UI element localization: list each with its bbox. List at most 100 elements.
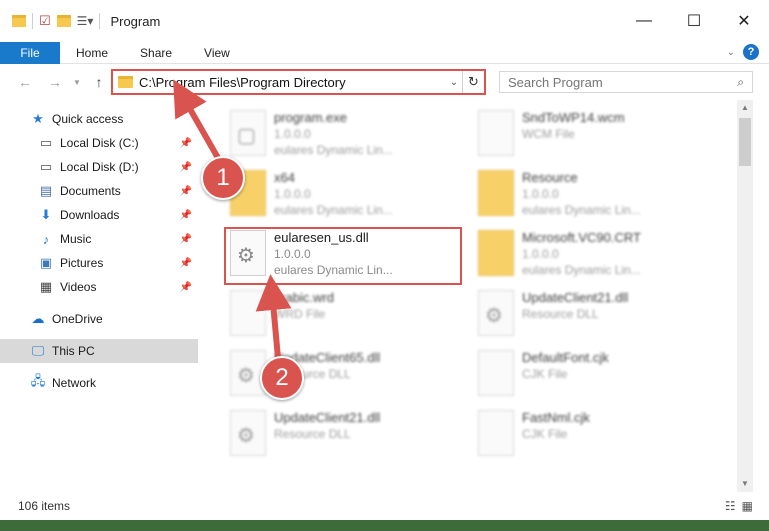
properties-icon[interactable]: ☑ — [39, 13, 51, 29]
ribbon-right: ⌄ ? — [727, 44, 759, 60]
document-icon — [478, 350, 514, 396]
scroll-down-arrow-icon[interactable]: ▼ — [737, 476, 753, 492]
document-icon — [230, 290, 266, 336]
title-bar: ☑ ☰▾ Program — ☐ ✕ — [0, 0, 769, 42]
status-bar: 106 items ☷ ▦ — [0, 492, 769, 520]
close-button[interactable]: ✕ — [719, 0, 769, 42]
recent-locations-icon[interactable]: ▼ — [66, 78, 88, 87]
file-type: Resource DLL — [274, 427, 351, 441]
window-title: Program — [110, 13, 161, 29]
pin-icon[interactable]: 📌 — [180, 138, 192, 149]
exe-icon: ▢ — [230, 110, 266, 156]
scroll-thumb[interactable] — [739, 118, 751, 166]
file-item[interactable]: ⚙ UpdateClient21.dll Resource DLL — [478, 286, 718, 342]
file-description: eulares Dynamic Lin... — [274, 203, 393, 217]
tab-file[interactable]: File — [0, 41, 60, 64]
file-item[interactable]: SndToWP14.wcm WCM File — [478, 106, 718, 162]
folder-icon — [118, 76, 133, 88]
pin-icon[interactable]: 📌 — [180, 234, 192, 245]
pin-icon[interactable]: 📌 — [180, 258, 192, 269]
expand-ribbon-icon[interactable]: ⌄ — [727, 47, 735, 58]
sidebar-item-label: Local Disk (C:) — [60, 136, 139, 150]
ribbon-tabs: File Home Share View ⌄ ? — [0, 41, 769, 64]
search-input[interactable] — [508, 74, 708, 90]
sidebar-item-quick-access[interactable]: ★ Quick access — [0, 107, 198, 131]
computer-icon: 🖵 — [31, 343, 45, 358]
file-name: FastNml.cjk — [522, 410, 590, 425]
sidebar-item-this-pc[interactable]: 🖵 This PC — [0, 339, 198, 363]
address-path[interactable]: C:\Program Files\Program Directory — [139, 75, 446, 90]
file-version: 1.0.0.0 — [274, 187, 311, 201]
pin-icon[interactable]: 📌 — [180, 186, 192, 197]
file-item[interactable]: DefaultFont.cjk CJK File — [478, 346, 718, 402]
sidebar-item-music[interactable]: ♪ Music 📌 — [0, 227, 198, 251]
maximize-button[interactable]: ☐ — [669, 0, 719, 42]
pictures-icon: ▣ — [39, 255, 53, 270]
dll-gear-icon: ⚙ — [478, 290, 514, 336]
vertical-scrollbar[interactable]: ▲ ▼ — [737, 100, 753, 492]
address-bar[interactable]: C:\Program Files\Program Directory ⌄ ↻ — [111, 69, 486, 95]
back-arrow-icon[interactable]: ← — [14, 74, 36, 90]
sidebar-item-downloads[interactable]: ⬇ Downloads 📌 — [0, 203, 198, 227]
sidebar-item-network[interactable]: 🖧 Network — [0, 371, 198, 395]
details-view-icon[interactable]: ☷ — [725, 499, 736, 513]
sidebar-item-label: OneDrive — [52, 312, 103, 326]
file-item[interactable]: ▢ program.exe 1.0.0.0 eulares Dynamic Lin.… — [230, 106, 470, 162]
navigation-bar: ← → ▼ ↑ C:\Program Files\Program Directo… — [0, 64, 769, 100]
tab-share[interactable]: Share — [124, 42, 188, 64]
tab-view[interactable]: View — [188, 42, 246, 64]
desktop-background-strip — [0, 520, 769, 531]
file-item[interactable]: Resource 1.0.0.0 eulares Dynamic Lin... — [478, 166, 718, 222]
file-list: ▢ program.exe 1.0.0.0 eulares Dynamic Lin.… — [200, 100, 737, 492]
music-icon: ♪ — [42, 231, 50, 247]
sidebar-item-local-disk-d[interactable]: ▭ Local Disk (D:) 📌 — [0, 155, 198, 179]
file-name: Microsoft.VC90.CRT — [522, 230, 641, 245]
file-item[interactable]: arabic.wrd WRD File — [230, 286, 470, 342]
help-icon[interactable]: ? — [743, 44, 759, 60]
toolbar-separator — [99, 13, 101, 29]
sidebar-item-local-disk-c[interactable]: ▭ Local Disk (C:) 📌 — [0, 131, 198, 155]
file-type: CJK File — [522, 367, 568, 381]
file-item[interactable]: Microsoft.VC90.CRT 1.0.0.0 eulares Dynamic… — [478, 226, 718, 282]
minimize-button[interactable]: — — [619, 0, 669, 42]
pin-icon[interactable]: 📌 — [180, 282, 192, 293]
drive-icon: ▭ — [39, 135, 53, 150]
file-version: 1.0.0.0 — [522, 247, 559, 261]
file-item[interactable]: FastNml.cjk CJK File — [478, 406, 718, 462]
sidebar-item-label: Documents — [60, 184, 121, 198]
scroll-up-arrow-icon[interactable]: ▲ — [737, 100, 753, 116]
cloud-icon: ☁ — [31, 311, 45, 326]
chevron-down-icon[interactable]: ⌄ — [446, 77, 462, 88]
pin-icon[interactable]: 📌 — [180, 162, 192, 173]
search-box[interactable]: ⌕ — [499, 71, 753, 93]
file-description: eulares Dynamic Lin... — [522, 263, 641, 277]
file-type: Resource DLL — [522, 307, 599, 321]
sidebar-item-label: Network — [52, 376, 97, 390]
sidebar-item-videos[interactable]: ▦ Videos 📌 — [0, 275, 198, 299]
file-name: SndToWP14.wcm — [522, 110, 625, 125]
large-icons-view-icon[interactable]: ▦ — [742, 499, 753, 513]
highlight-box — [224, 227, 462, 285]
pin-icon[interactable]: 📌 — [180, 210, 192, 221]
file-name: Resource — [522, 170, 578, 185]
sidebar-item-label: Quick access — [52, 112, 124, 126]
file-type: WRD File — [274, 307, 326, 321]
sidebar-item-pictures[interactable]: ▣ Pictures 📌 — [0, 251, 198, 275]
sidebar-item-label: Local Disk (D:) — [60, 160, 139, 174]
file-name: DefaultFont.cjk — [522, 350, 609, 365]
sidebar-item-documents[interactable]: ▤ Documents 📌 — [0, 179, 198, 203]
file-item[interactable]: ⚙ UpdateClient21.dll Resource DLL — [230, 406, 470, 462]
folder-icon — [478, 230, 514, 276]
refresh-icon[interactable]: ↻ — [462, 71, 484, 93]
file-type: CJK File — [522, 427, 568, 441]
customize-toolbar-icon[interactable]: ☰▾ — [77, 14, 94, 28]
view-switcher: ☷ ▦ — [725, 499, 753, 513]
drive-icon: ▭ — [39, 159, 53, 174]
item-count: 106 items — [18, 499, 71, 513]
up-arrow-icon[interactable]: ↑ — [88, 74, 110, 90]
file-item[interactable]: x64 1.0.0.0 eulares Dynamic Lin... — [230, 166, 470, 222]
forward-arrow-icon[interactable]: → — [44, 74, 66, 90]
tab-home[interactable]: Home — [60, 42, 124, 64]
sidebar-item-onedrive[interactable]: ☁ OneDrive — [0, 307, 198, 331]
new-folder-icon[interactable] — [56, 15, 71, 27]
